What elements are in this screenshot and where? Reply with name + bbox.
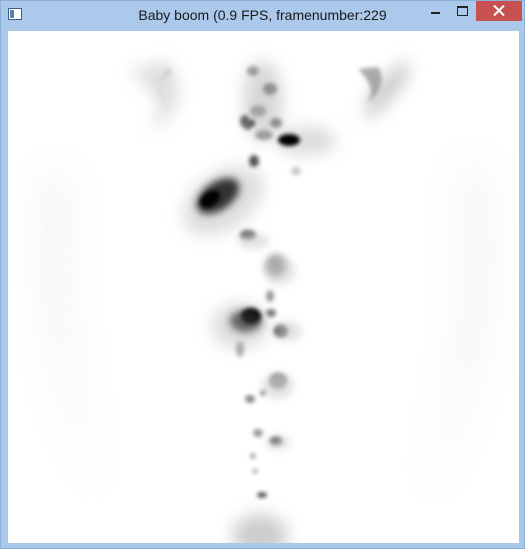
title-bar[interactable]: Baby boom (0.9 FPS, framenumber:229 bbox=[1, 1, 524, 31]
simulation-render bbox=[8, 31, 519, 543]
app-window: Baby boom (0.9 FPS, framenumber:229 bbox=[0, 0, 525, 549]
minimize-button[interactable] bbox=[421, 1, 448, 21]
close-button[interactable] bbox=[476, 1, 522, 21]
close-icon bbox=[493, 5, 505, 16]
maximize-button[interactable] bbox=[448, 1, 476, 21]
render-canvas[interactable] bbox=[8, 31, 519, 543]
